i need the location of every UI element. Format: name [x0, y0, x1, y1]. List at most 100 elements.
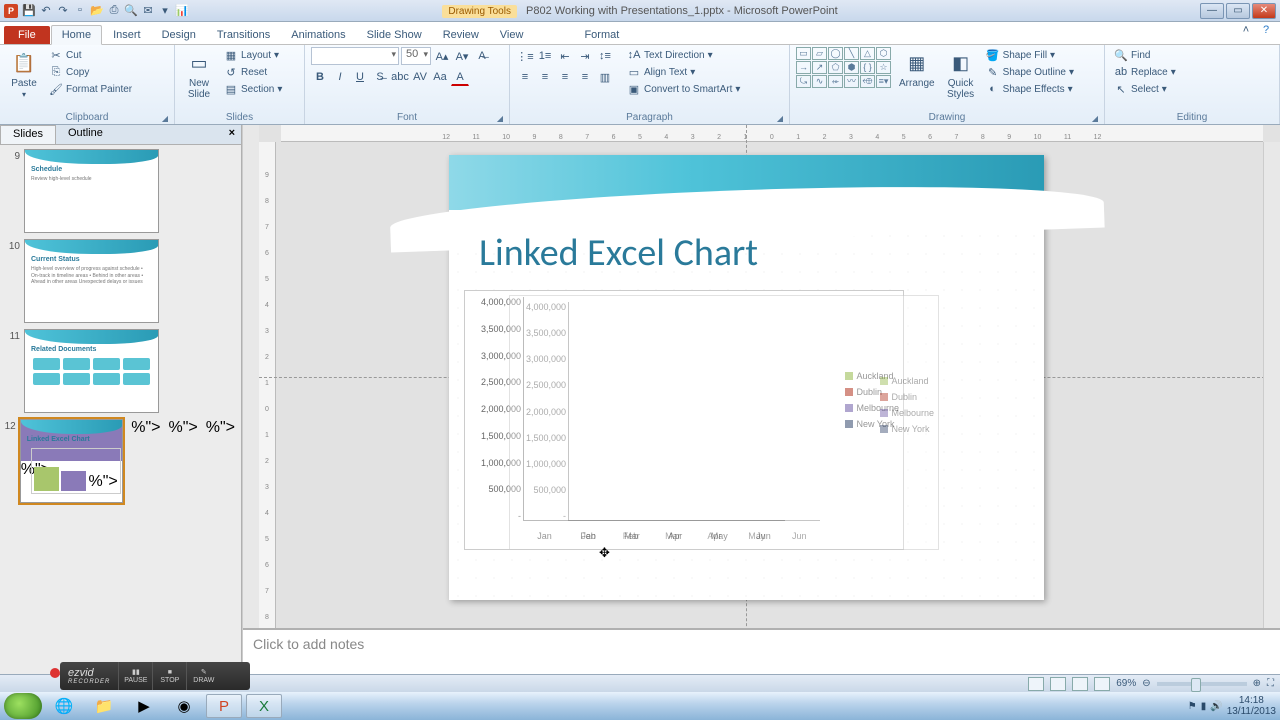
numbering-icon[interactable]: 1≡ — [536, 47, 554, 65]
tab-insert[interactable]: Insert — [103, 26, 151, 44]
copy-button[interactable]: ⎘Copy — [46, 64, 135, 80]
shadow-icon[interactable]: abc — [391, 68, 409, 86]
shapes-gallery[interactable]: ▭▱◯╲△⬡ →↗⬠⬢{ }☆ ⤿∿⬰〰⬲≡▾ — [796, 47, 891, 88]
panel-scrollbar[interactable] — [242, 125, 259, 676]
shape-fill-button[interactable]: 🪣Shape Fill ▾ — [983, 47, 1077, 63]
justify-icon[interactable]: ≡ — [576, 68, 594, 86]
convert-smartart-button[interactable]: ▣Convert to SmartArt ▾ — [624, 81, 743, 97]
quick-styles-button[interactable]: ◧Quick Styles — [943, 47, 979, 102]
normal-view-icon[interactable] — [1028, 677, 1044, 691]
tray-flag-icon[interactable]: ⚑ — [1188, 701, 1197, 712]
dialog-launcher-icon[interactable]: ◢ — [1092, 114, 1098, 123]
reading-view-icon[interactable] — [1072, 677, 1088, 691]
save-icon[interactable]: ✉ — [141, 4, 155, 18]
select-button[interactable]: ↖Select ▾ — [1111, 81, 1179, 97]
reset-button[interactable]: ↺Reset — [221, 64, 285, 80]
align-left-icon[interactable]: ≡ — [516, 68, 534, 86]
replace-button[interactable]: abReplace ▾ — [1111, 64, 1179, 80]
slides-tab[interactable]: Slides — [0, 125, 56, 144]
strike-icon[interactable]: S̶ — [371, 68, 389, 86]
slide-thumbnail[interactable]: 10Current StatusHigh-level overview of p… — [2, 239, 239, 323]
minimize-ribbon-icon[interactable]: ˄ — [1238, 24, 1254, 40]
cut-button[interactable]: ✂Cut — [46, 47, 135, 63]
open-icon[interactable]: 📂 — [90, 4, 104, 18]
sorter-view-icon[interactable] — [1050, 677, 1066, 691]
bold-icon[interactable]: B — [311, 68, 329, 86]
change-case-icon[interactable]: Aa — [431, 68, 449, 86]
bullets-icon[interactable]: ⋮≡ — [516, 47, 534, 65]
decrease-indent-icon[interactable]: ⇤ — [556, 47, 574, 65]
minimize-button[interactable]: — — [1200, 3, 1224, 19]
close-button[interactable]: ✕ — [1252, 3, 1276, 19]
spacing-icon[interactable]: AV — [411, 68, 429, 86]
new-icon[interactable]: ▫ — [73, 4, 87, 18]
redo-icon[interactable]: ↷ — [56, 4, 70, 18]
taskbar-explorer-icon[interactable]: 📁 — [86, 694, 122, 718]
tab-animations[interactable]: Animations — [281, 26, 355, 44]
layout-button[interactable]: ▦Layout ▾ — [221, 47, 285, 63]
start-button[interactable] — [4, 693, 42, 719]
find-button[interactable]: 🔍Find — [1111, 47, 1179, 63]
tab-slideshow[interactable]: Slide Show — [357, 26, 432, 44]
font-family-combo[interactable] — [311, 47, 399, 65]
paste-button[interactable]: 📋Paste▾ — [6, 47, 42, 101]
outline-tab[interactable]: Outline — [56, 125, 115, 144]
columns-icon[interactable]: ▥ — [596, 68, 614, 86]
undo-icon[interactable]: ↶ — [39, 4, 53, 18]
recorder-draw-button[interactable]: ✎DRAW — [186, 662, 220, 690]
underline-icon[interactable]: U — [351, 68, 369, 86]
zoom-slider[interactable] — [1157, 682, 1247, 686]
tab-review[interactable]: Review — [433, 26, 489, 44]
slide-title[interactable]: Linked Excel Chart — [479, 230, 758, 276]
tab-home[interactable]: Home — [51, 25, 102, 45]
recorder-pause-button[interactable]: ▮▮PAUSE — [118, 662, 152, 690]
tab-transitions[interactable]: Transitions — [207, 26, 280, 44]
recorder-stop-button[interactable]: ■STOP — [152, 662, 186, 690]
tab-view[interactable]: View — [490, 26, 534, 44]
align-right-icon[interactable]: ≡ — [556, 68, 574, 86]
tab-design[interactable]: Design — [152, 26, 206, 44]
section-button[interactable]: ▤Section ▾ — [221, 81, 285, 97]
zoom-out-icon[interactable]: ⊖ — [1142, 678, 1150, 689]
slide[interactable]: Linked Excel Chart 4,000,0003,500,0003,0… — [449, 155, 1044, 600]
tray-volume-icon[interactable]: 🔊 — [1210, 701, 1222, 712]
dialog-launcher-icon[interactable]: ◢ — [777, 114, 783, 123]
taskbar-chrome-icon[interactable]: ◉ — [166, 694, 202, 718]
close-panel-icon[interactable]: × — [223, 125, 241, 144]
shrink-font-icon[interactable]: A▾ — [453, 47, 471, 65]
slide-canvas[interactable]: 1211109876543210123456789101112 98765432… — [259, 125, 1280, 676]
help-icon[interactable]: ? — [1258, 24, 1274, 40]
align-center-icon[interactable]: ≡ — [536, 68, 554, 86]
arrange-button[interactable]: ▦Arrange — [895, 47, 939, 91]
notes-pane[interactable]: Click to add notes — [243, 628, 1280, 676]
font-size-combo[interactable]: 50 — [401, 47, 431, 65]
dialog-launcher-icon[interactable]: ◢ — [497, 114, 503, 123]
new-slide-button[interactable]: ▭New Slide — [181, 47, 217, 102]
preview-icon[interactable]: 🔍 — [124, 4, 138, 18]
slide-thumbnail[interactable]: 11Related Documents — [2, 329, 239, 413]
line-spacing-icon[interactable]: ↕≡ — [596, 47, 614, 65]
slide-thumbnail[interactable]: 9ScheduleReview high-level schedule — [2, 149, 239, 233]
text-direction-button[interactable]: ↕AText Direction ▾ — [624, 47, 743, 63]
font-color-icon[interactable]: A — [451, 68, 469, 86]
fit-window-icon[interactable]: ⛶ — [1267, 678, 1274, 689]
maximize-button[interactable]: ▭ — [1226, 3, 1250, 19]
tray-network-icon[interactable]: ▮ — [1201, 701, 1207, 712]
tab-format[interactable]: Format — [574, 26, 629, 44]
slideshow-view-icon[interactable] — [1094, 677, 1110, 691]
taskbar-ie-icon[interactable]: 🌐 — [46, 694, 82, 718]
print-icon[interactable]: ⎙ — [107, 4, 121, 18]
chart-icon[interactable]: 📊 — [175, 4, 189, 18]
dialog-launcher-icon[interactable]: ◢ — [162, 114, 168, 123]
shape-effects-button[interactable]: ◐Shape Effects ▾ — [983, 81, 1077, 97]
taskbar-media-icon[interactable]: ▶ — [126, 694, 162, 718]
italic-icon[interactable]: I — [331, 68, 349, 86]
zoom-in-icon[interactable]: ⊕ — [1253, 678, 1261, 689]
taskbar-powerpoint-icon[interactable]: P — [206, 694, 242, 718]
canvas-scrollbar[interactable] — [1263, 142, 1280, 676]
zoom-level[interactable]: 69% — [1116, 678, 1136, 689]
taskbar-excel-icon[interactable]: X — [246, 694, 282, 718]
qat-more-icon[interactable]: ▾ — [158, 4, 172, 18]
clear-format-icon[interactable]: A̶ — [473, 47, 491, 65]
tray-clock[interactable]: 14:1813/11/2013 — [1227, 695, 1276, 717]
